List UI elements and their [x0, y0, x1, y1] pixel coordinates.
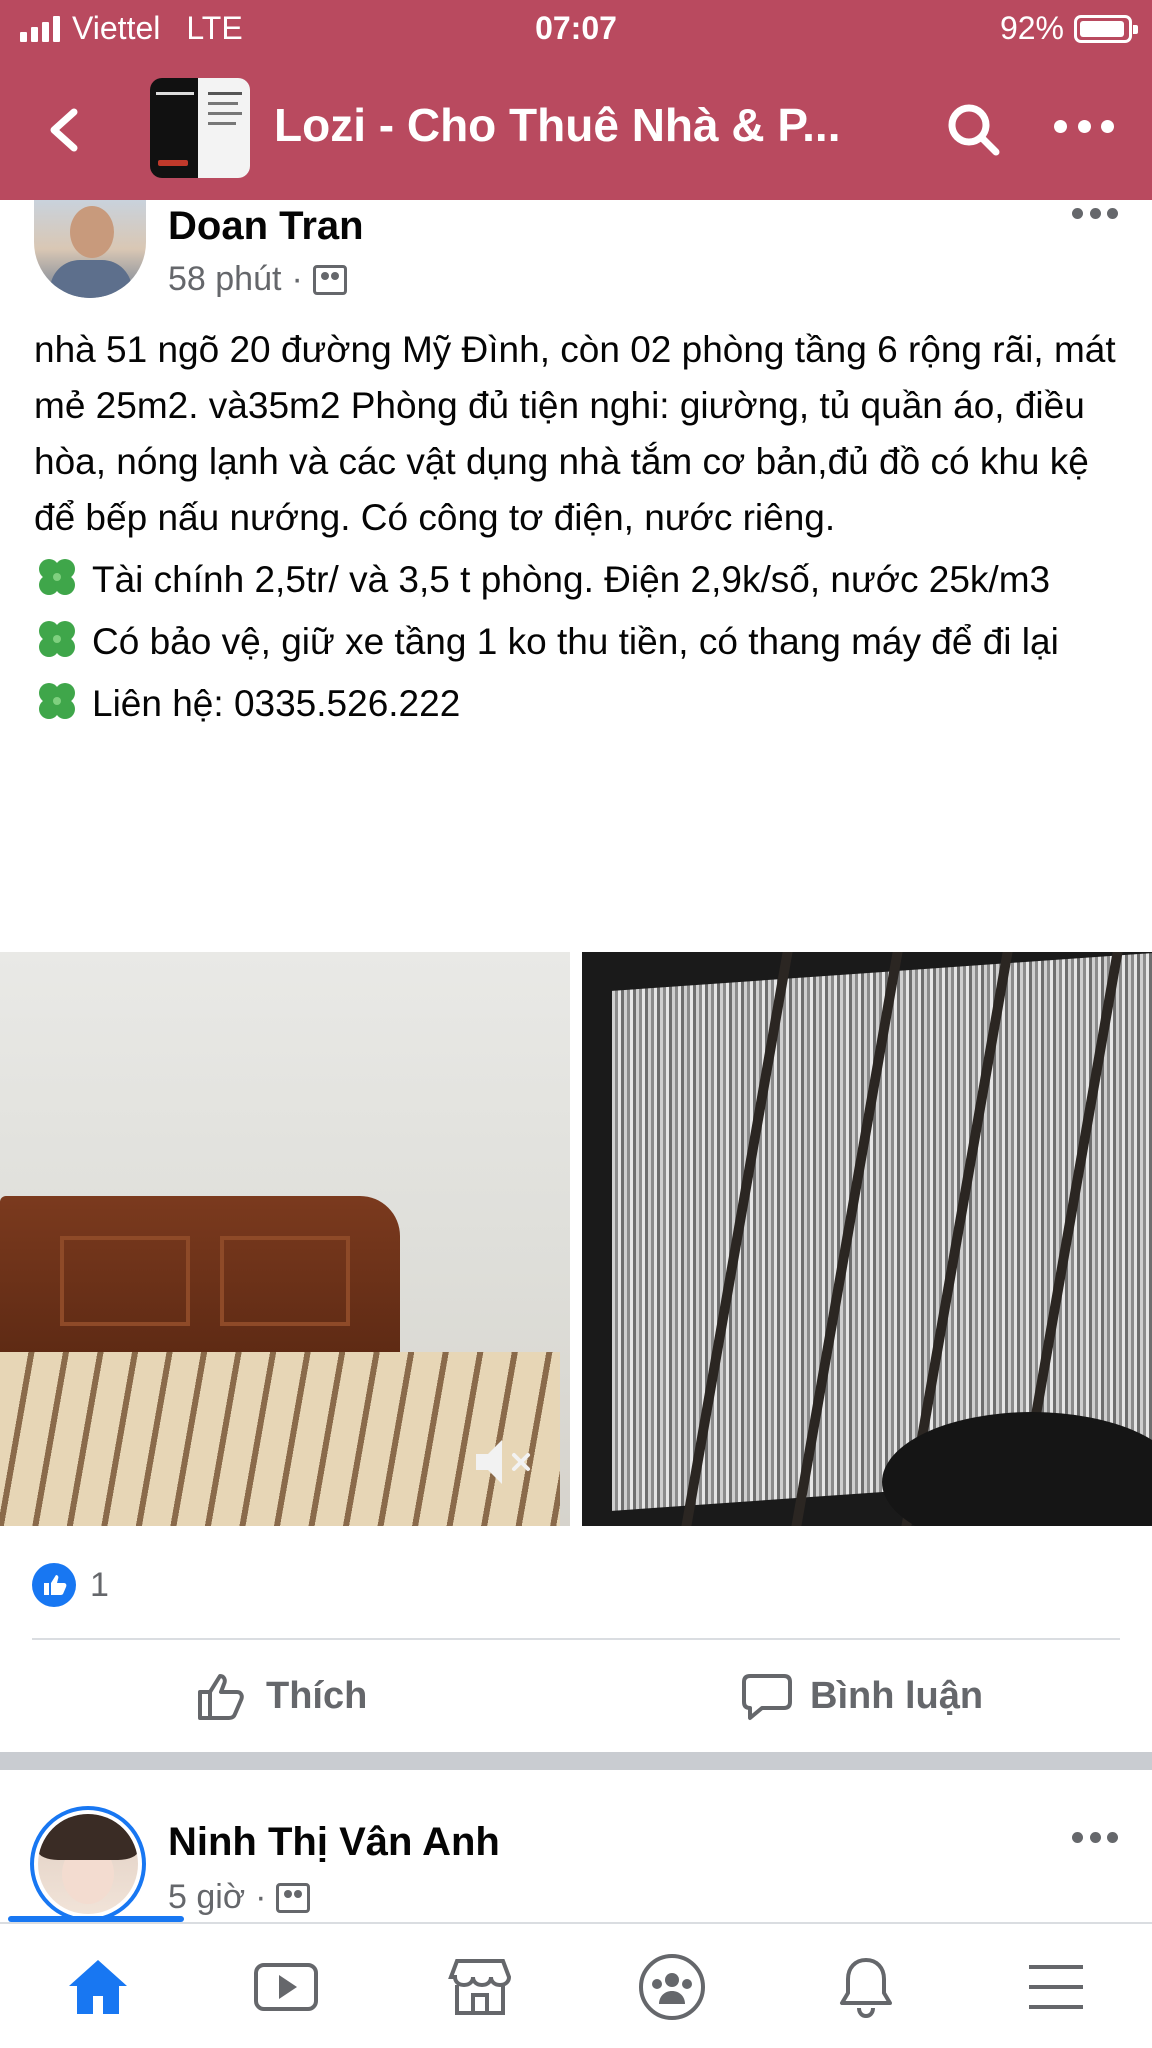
- comment-icon: [742, 1674, 792, 1720]
- search-icon[interactable]: [944, 100, 1004, 160]
- bullet-text: Có bảo vệ, giữ xe tầng 1 ko thu tiền, có…: [92, 621, 1059, 662]
- reaction-count: 1: [90, 1565, 109, 1604]
- app-header: Viettel LTE 07:07 92% Lozi - Cho Thuê Nh…: [0, 0, 1152, 200]
- bullet-text: Liên hệ: 0335.526.222: [92, 683, 461, 724]
- post-header: Doan Tran 58 phút ·: [0, 200, 1152, 300]
- post-header: Ninh Thị Vân Anh 5 giờ ·: [0, 1800, 1152, 1930]
- post-meta: 5 giờ ·: [168, 1878, 311, 1917]
- post-options-icon[interactable]: [1072, 1832, 1118, 1846]
- status-right: 92%: [999, 10, 1138, 47]
- mute-icon[interactable]: [470, 1432, 540, 1492]
- comment-button[interactable]: Bình luận: [740, 1640, 983, 1752]
- group-privacy-icon: [276, 1882, 311, 1913]
- bedroom-video[interactable]: [0, 952, 570, 1526]
- notifications-icon[interactable]: [830, 1954, 902, 2020]
- groups-icon[interactable]: [636, 1954, 708, 2020]
- more-icon[interactable]: [1054, 120, 1114, 140]
- bullet-text: Tài chính 2,5tr/ và 3,5 t phòng. Điện 2,…: [92, 559, 1051, 600]
- post-bullet: Có bảo vệ, giữ xe tầng 1 ko thu tiền, có…: [34, 614, 1124, 670]
- like-reaction-icon: [32, 1563, 76, 1607]
- post-time[interactable]: 58 phút: [168, 260, 281, 299]
- meta-separator: ·: [255, 1878, 267, 1916]
- group-title[interactable]: Lozi - Cho Thuê Nhà & P...: [274, 98, 841, 152]
- author-name[interactable]: Doan Tran: [168, 204, 364, 249]
- home-icon[interactable]: [62, 1954, 134, 2020]
- meta-separator: ·: [291, 260, 303, 298]
- marketplace-icon[interactable]: [444, 1954, 516, 2020]
- clock: 07:07: [535, 10, 617, 46]
- group-avatar[interactable]: [150, 78, 250, 178]
- battery-icon: [1074, 14, 1138, 43]
- back-icon[interactable]: [40, 100, 90, 160]
- nav-row: Lozi - Cho Thuê Nhà & P...: [0, 70, 1152, 190]
- post-media: [0, 952, 1152, 1526]
- post-paragraph: nhà 51 ngõ 20 đường Mỹ Đình, còn 02 phòn…: [34, 329, 1116, 538]
- clover-icon: [39, 559, 75, 595]
- feed-separator: [0, 1752, 1152, 1770]
- menu-icon[interactable]: [1020, 1954, 1092, 2020]
- like-button[interactable]: Thích: [196, 1640, 367, 1752]
- avatar[interactable]: [34, 200, 146, 298]
- post-bullet: Tài chính 2,5tr/ và 3,5 t phòng. Điện 2,…: [34, 552, 1124, 608]
- author-name[interactable]: Ninh Thị Vân Anh: [168, 1820, 500, 1865]
- thumbs-up-icon: [198, 1674, 244, 1720]
- post-body: nhà 51 ngõ 20 đường Mỹ Đình, còn 02 phòn…: [34, 322, 1124, 738]
- avatar[interactable]: [30, 1806, 146, 1922]
- window-photo[interactable]: [582, 952, 1152, 1526]
- comment-label: Bình luận: [810, 1674, 984, 1717]
- clover-icon: [39, 683, 75, 719]
- post-bullet: Liên hệ: 0335.526.222: [34, 676, 1124, 732]
- watch-icon[interactable]: [250, 1954, 322, 2020]
- like-label: Thích: [266, 1674, 368, 1717]
- status-bar: Viettel LTE 07:07 92%: [0, 0, 1152, 60]
- post-actions: Thích Bình luận: [0, 1640, 1152, 1752]
- post-options-icon[interactable]: [1072, 208, 1118, 222]
- clover-icon: [39, 621, 75, 657]
- reaction-summary[interactable]: 1: [32, 1562, 109, 1608]
- group-privacy-icon: [312, 264, 347, 295]
- post-time[interactable]: 5 giờ: [168, 1878, 245, 1917]
- bottom-nav: [0, 1916, 1152, 2048]
- battery-percent: 92%: [999, 10, 1064, 46]
- post-meta: 58 phút ·: [168, 260, 347, 299]
- active-tab-indicator: [8, 1916, 184, 1922]
